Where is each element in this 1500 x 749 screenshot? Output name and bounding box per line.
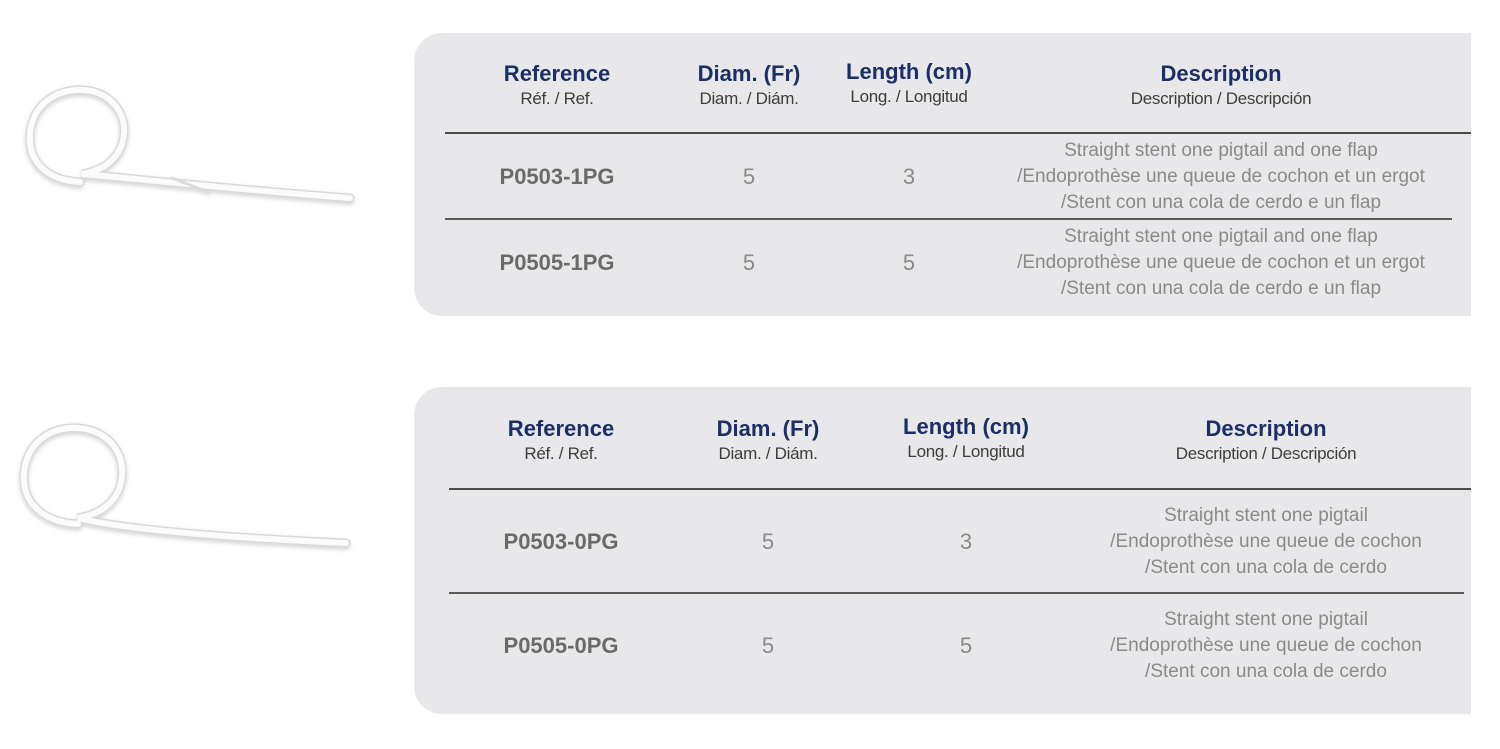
- header-diameter: Diam. (Fr): [716, 416, 820, 441]
- row-description: Straight stent one pigtail /Endoprothèse…: [1110, 503, 1422, 581]
- header-diameter-translation: Diam. / Diám.: [718, 444, 818, 463]
- header-description-translation: Description / Descripción: [1130, 89, 1312, 108]
- row-divider: [449, 592, 1464, 594]
- row-diameter: 5: [761, 529, 775, 554]
- product-table-1: Reference Réf. / Ref. Diam. (Fr) Diam. /…: [414, 33, 1471, 316]
- description-spanish: /Stent con una cola de cerdo e un flap: [1060, 192, 1382, 213]
- header-length-translation: Long. / Longitud: [850, 87, 968, 106]
- header-reference-translation: Réf. / Ref.: [524, 444, 598, 463]
- header-length: Length (cm): [846, 59, 972, 84]
- row-divider: [445, 218, 1452, 220]
- row-reference: P0505-0PG: [503, 633, 619, 658]
- description-french: /Endoprothèse une queue de cochon: [1110, 531, 1422, 552]
- header-description: Description: [1160, 61, 1282, 86]
- header-divider: [449, 488, 1471, 490]
- pigtail-stent-with-flap-image: [20, 82, 360, 217]
- description-spanish: /Stent con una cola de cerdo: [1145, 661, 1387, 682]
- header-description: Description: [1205, 416, 1327, 441]
- row-length: 3: [959, 529, 973, 554]
- description-french: /Endoprothèse une queue de cochon et un …: [1017, 166, 1425, 187]
- description-english: Straight stent one pigtail and one flap: [1064, 140, 1378, 161]
- header-length-translation: Long. / Longitud: [907, 442, 1025, 461]
- product-table-2: Reference Réf. / Ref. Diam. (Fr) Diam. /…: [414, 387, 1471, 714]
- header-divider: [445, 132, 1471, 134]
- header-diameter-translation: Diam. / Diám.: [699, 89, 799, 108]
- description-english: Straight stent one pigtail: [1164, 609, 1368, 630]
- row-diameter: 5: [742, 164, 756, 189]
- pigtail-stent-image: [16, 420, 356, 560]
- row-reference: P0503-0PG: [503, 529, 619, 554]
- row-diameter: 5: [761, 633, 775, 658]
- description-french: /Endoprothèse une queue de cochon: [1110, 635, 1422, 656]
- row-description: Straight stent one pigtail and one flap …: [1017, 224, 1425, 302]
- header-length: Length (cm): [903, 414, 1029, 439]
- description-french: /Endoprothèse une queue de cochon et un …: [1017, 252, 1425, 273]
- row-reference: P0503-1PG: [499, 164, 615, 189]
- header-reference: Reference: [503, 61, 611, 86]
- header-reference-translation: Réf. / Ref.: [520, 89, 594, 108]
- row-length: 5: [959, 633, 973, 658]
- header-reference: Reference: [507, 416, 615, 441]
- row-reference: P0505-1PG: [499, 250, 615, 275]
- description-english: Straight stent one pigtail and one flap: [1064, 226, 1378, 247]
- row-diameter: 5: [742, 250, 756, 275]
- row-length: 5: [902, 250, 916, 275]
- description-english: Straight stent one pigtail: [1164, 505, 1368, 526]
- header-diameter: Diam. (Fr): [697, 61, 801, 86]
- row-description: Straight stent one pigtail /Endoprothèse…: [1110, 607, 1422, 685]
- description-spanish: /Stent con una cola de cerdo: [1145, 557, 1387, 578]
- description-spanish: /Stent con una cola de cerdo e un flap: [1060, 278, 1382, 299]
- row-length: 3: [902, 164, 916, 189]
- row-description: Straight stent one pigtail and one flap …: [1017, 138, 1425, 216]
- header-description-translation: Description / Descripción: [1175, 444, 1357, 463]
